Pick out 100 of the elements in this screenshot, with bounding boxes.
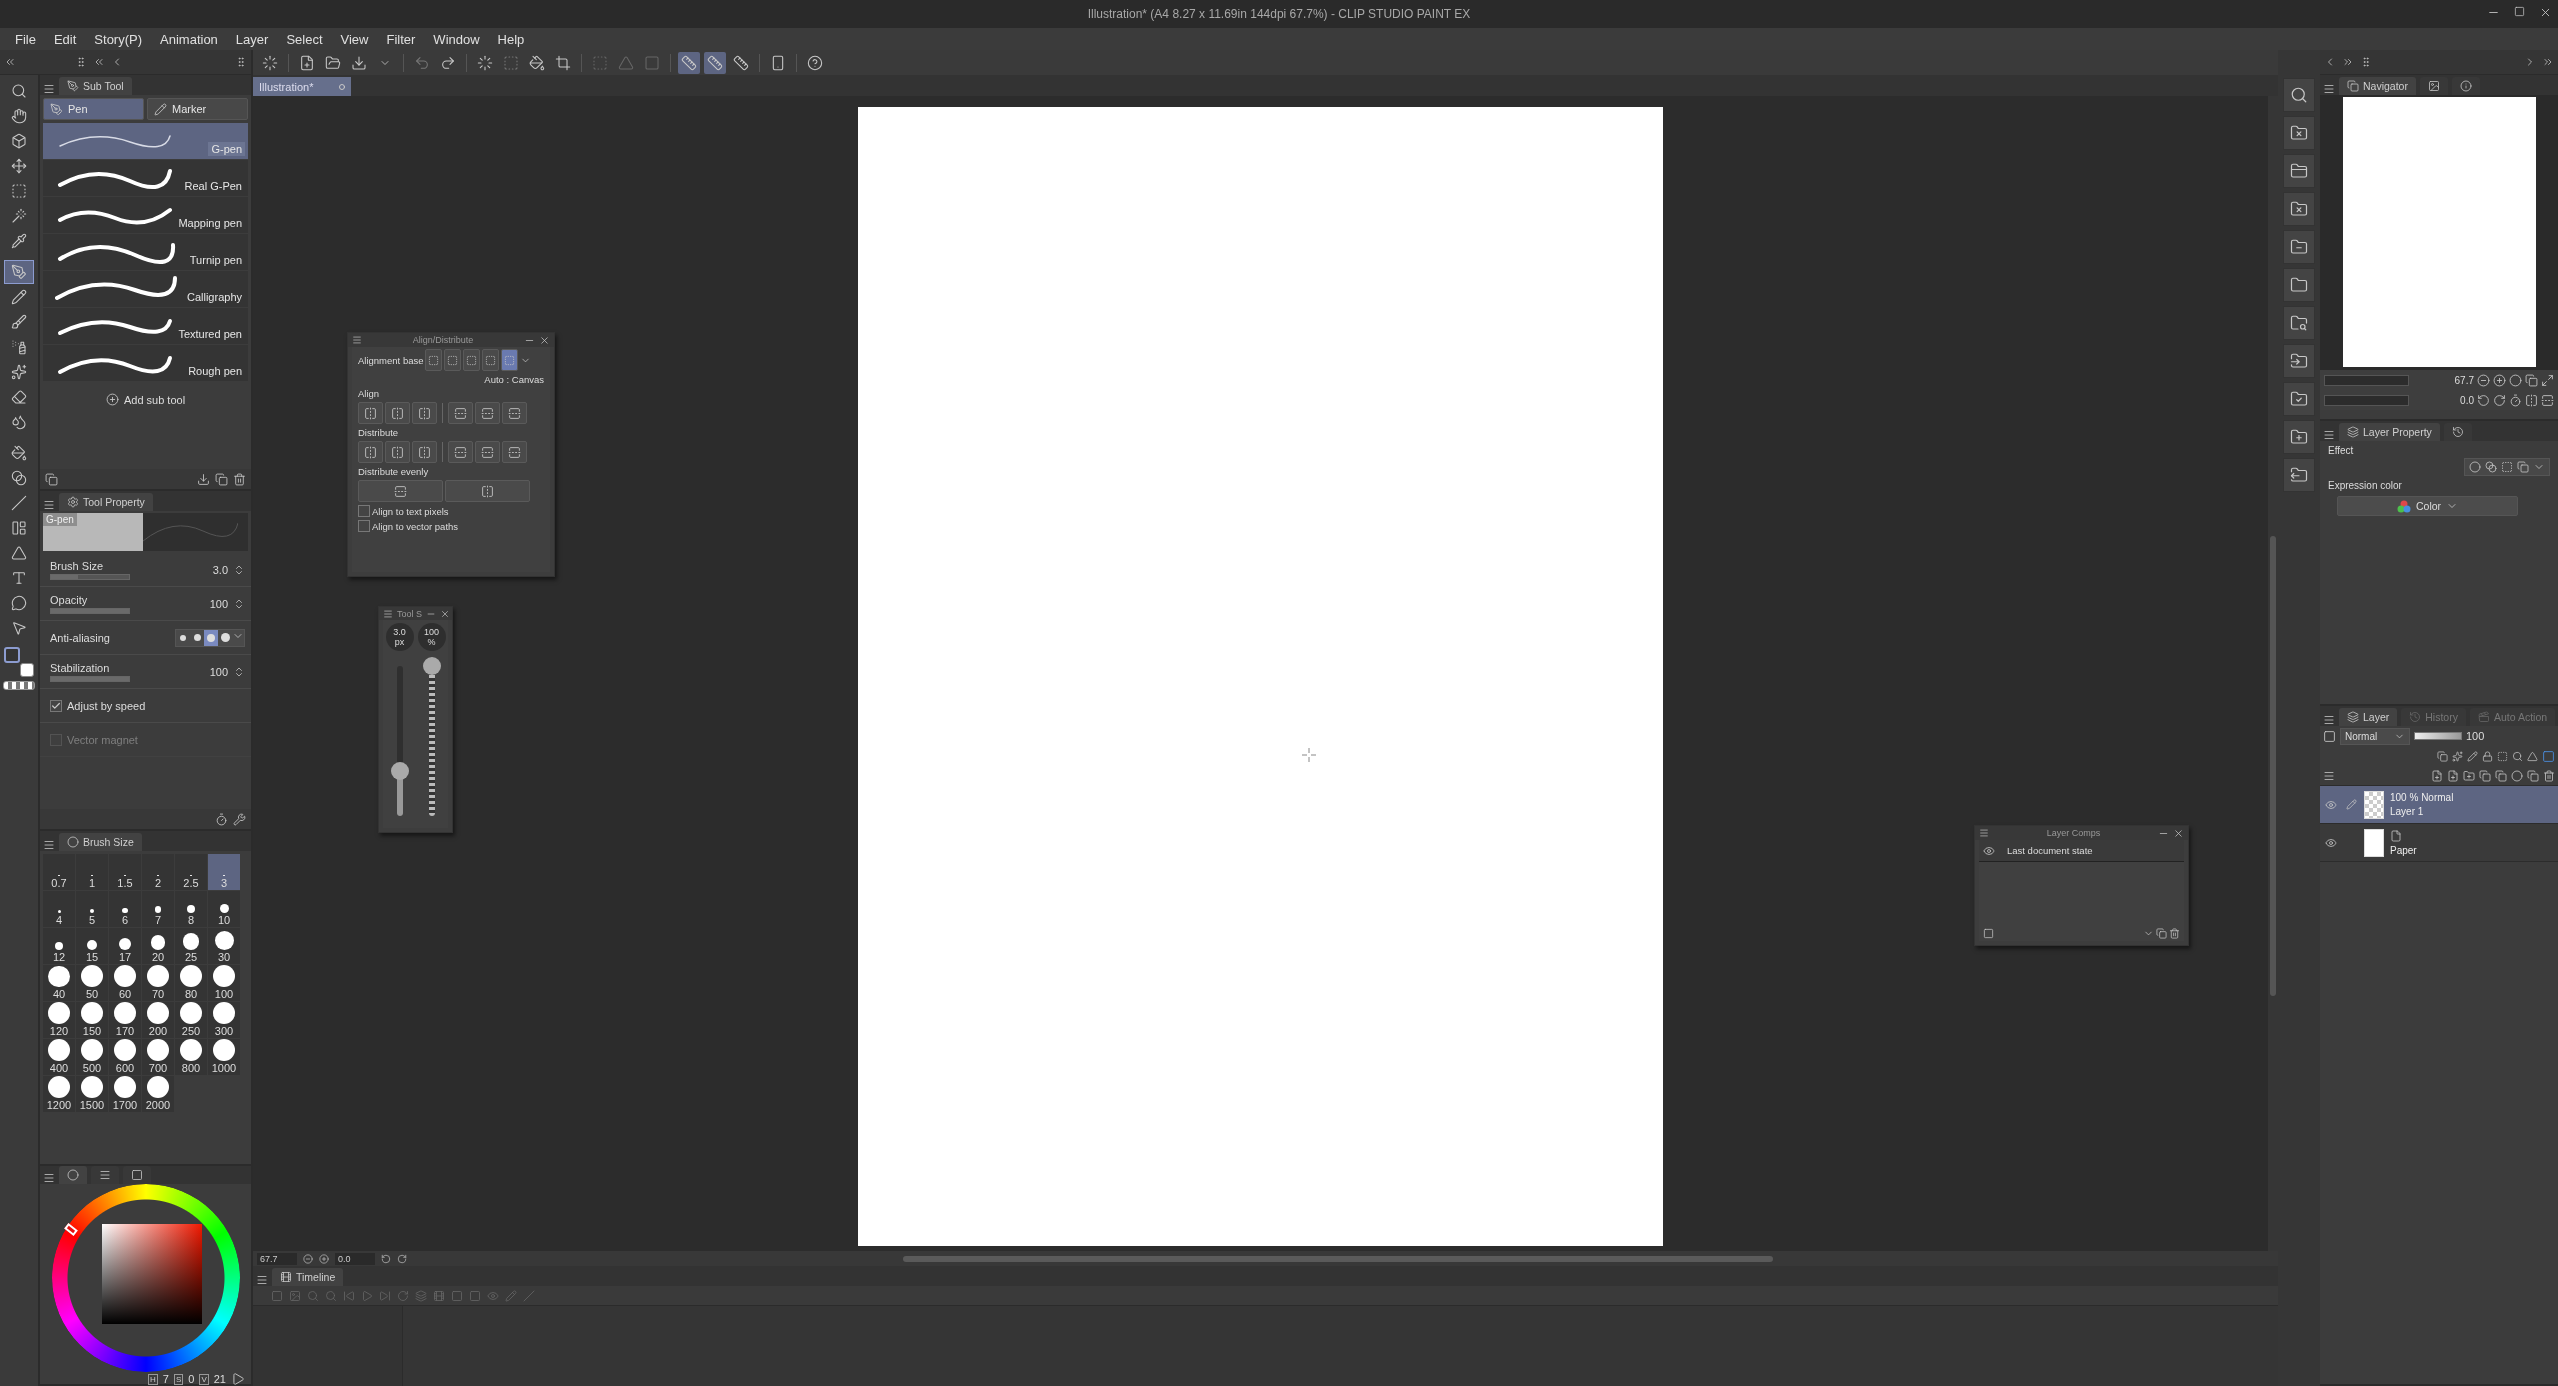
property-value: 100 — [209, 665, 228, 678]
brush-size-cell[interactable]: 3 — [208, 854, 240, 890]
brush-size-cell[interactable]: 120 — [43, 1002, 75, 1038]
add-sub-tool-button[interactable]: Add sub tool — [99, 392, 192, 407]
property-value: 3.0 — [212, 563, 228, 576]
brush-size-cell[interactable]: 20 — [142, 928, 174, 964]
brush-size-cell[interactable]: 2000 — [142, 1076, 174, 1112]
brush-size-cell[interactable]: 1200 — [43, 1076, 75, 1112]
slider-value: 3.0 px — [385, 623, 414, 651]
sub-tool-item[interactable]: Mapping pen — [43, 197, 248, 233]
checkbox-label: Align to text pixels — [372, 505, 449, 517]
property-label: Stabilization — [50, 661, 111, 674]
section-label: Distribute — [358, 427, 400, 438]
property-label: Adjust by speed — [67, 699, 146, 712]
menu-item[interactable]: Help — [488, 28, 534, 50]
brush-size-cell[interactable]: 1 — [76, 854, 108, 890]
brush-size-cell[interactable]: 12 — [43, 928, 75, 964]
property-label: Anti-aliasing — [50, 631, 110, 644]
brush-size-cell[interactable]: 600 — [109, 1039, 141, 1075]
panel-tab[interactable]: Layer Property — [2339, 423, 2440, 441]
alignment-base-label: Alignment base — [358, 354, 424, 366]
menu-item[interactable]: Select — [277, 28, 332, 50]
zoom-field[interactable]: 67.7 — [257, 1252, 297, 1265]
property-label: Vector magnet — [67, 733, 138, 746]
window-title: Layer Comps — [2045, 828, 2102, 838]
sub-tool-item[interactable]: G-pen — [43, 123, 248, 159]
panel-tab[interactable]: Brush Size — [59, 833, 142, 851]
menu-item[interactable]: Window — [424, 28, 489, 50]
brush-size-cell[interactable]: 17 — [109, 928, 141, 964]
slider-value: 100 % — [417, 623, 446, 651]
window-title: Tool S — [397, 608, 422, 619]
brush-size-cell[interactable]: 8 — [175, 891, 207, 927]
menu-item[interactable]: Edit — [44, 28, 86, 50]
brush-size-cell[interactable]: 50 — [76, 965, 108, 1001]
brush-size-cell[interactable]: 300 — [208, 1002, 240, 1038]
brush-size-cell[interactable]: 170 — [109, 1002, 141, 1038]
brush-size-cell[interactable]: 2.5 — [175, 854, 207, 890]
brush-size-cell[interactable]: 30 — [208, 928, 240, 964]
channel-value: 7 — [162, 1373, 169, 1385]
brush-size-cell[interactable]: 1.5 — [109, 854, 141, 890]
brush-size-cell[interactable]: 1700 — [109, 1076, 141, 1112]
brush-size-cell[interactable]: 0.7 — [43, 854, 75, 890]
blend-mode-select[interactable]: Normal — [2340, 727, 2410, 745]
brush-size-cell[interactable]: 100 — [208, 965, 240, 1001]
sub-tool-item[interactable]: Calligraphy — [43, 271, 248, 307]
panel-tab[interactable]: Timeline — [272, 1268, 344, 1286]
window-title: Illustration* (A4 8.27 x 11.69in 144dpi 67.7%) - CLIP STUDIO PAINT EX — [1087, 7, 1471, 21]
sub-tool-item[interactable]: Rough pen — [43, 345, 248, 381]
panel-tab[interactable]: Tool Property — [59, 493, 153, 511]
brush-size-cell[interactable]: 4 — [43, 891, 75, 927]
brush-size-cell[interactable]: 700 — [142, 1039, 174, 1075]
brush-size-cell[interactable]: 250 — [175, 1002, 207, 1038]
section-label: Distribute evenly — [358, 466, 430, 477]
brush-size-cell[interactable]: 500 — [76, 1039, 108, 1075]
expression-color-select[interactable]: Color — [2337, 496, 2518, 516]
brush-size-cell[interactable]: 400 — [43, 1039, 75, 1075]
menu-item[interactable]: Animation — [151, 28, 227, 50]
brush-size-cell[interactable]: 150 — [76, 1002, 108, 1038]
menu-item[interactable]: Filter — [377, 28, 425, 50]
brush-size-cell[interactable]: 40 — [43, 965, 75, 1001]
property-value: 100 — [209, 597, 228, 610]
brush-size-cell[interactable]: 60 — [109, 965, 141, 1001]
tool-group-tab[interactable]: Pen — [43, 98, 144, 120]
layer-name: Paper — [2390, 844, 2417, 856]
brush-size-cell[interactable]: 70 — [142, 965, 174, 1001]
layer-info: 100 % Normal — [2390, 792, 2454, 803]
menu-item[interactable]: Story(P) — [85, 28, 152, 50]
brush-size-cell[interactable]: 1500 — [76, 1076, 108, 1112]
brush-size-cell[interactable]: 1000 — [208, 1039, 240, 1075]
brush-size-cell[interactable]: 800 — [175, 1039, 207, 1075]
menu-item[interactable]: File — [6, 28, 45, 50]
channel-key: S — [173, 1373, 184, 1385]
document-tab[interactable]: Illustration* — [253, 77, 351, 96]
section-label: Align — [358, 388, 381, 399]
brush-size-cell[interactable]: 80 — [175, 965, 207, 1001]
menu-item[interactable]: Layer — [226, 28, 278, 50]
brush-size-cell[interactable]: 15 — [76, 928, 108, 964]
sub-tool-item[interactable]: Textured pen — [43, 308, 248, 344]
layer-name: Layer 1 — [2390, 806, 2425, 817]
brush-size-cell[interactable]: 25 — [175, 928, 207, 964]
property-label: Brush Size — [50, 559, 105, 572]
sub-tool-item[interactable]: Real G-Pen — [43, 160, 248, 196]
brush-size-cell[interactable]: 5 — [76, 891, 108, 927]
channel-key: V — [199, 1373, 209, 1385]
brush-size-cell[interactable]: 200 — [142, 1002, 174, 1038]
window-title: Align/Distribute — [411, 335, 475, 345]
brush-size-cell[interactable]: 2 — [142, 854, 174, 890]
sub-tool-item[interactable]: Turnip pen — [43, 234, 248, 270]
menu-item[interactable]: View — [331, 28, 378, 50]
brush-size-cell[interactable]: 6 — [109, 891, 141, 927]
panel-tab[interactable]: Layer — [2339, 708, 2398, 726]
layer-row[interactable]: 100 % Normal Layer 1 — [2320, 786, 2558, 824]
checkbox-label: Align to vector paths — [372, 520, 459, 532]
brush-size-cell[interactable]: 7 — [142, 891, 174, 927]
rotation-value: 0.0 — [2460, 394, 2474, 406]
angle-field[interactable]: 0.0 — [335, 1252, 375, 1265]
preview-label: G-pen — [43, 513, 77, 526]
tool-group-tab[interactable]: Marker — [147, 98, 248, 120]
brush-size-cell[interactable]: 10 — [208, 891, 240, 927]
panel-tab[interactable]: Sub Tool — [59, 77, 132, 95]
